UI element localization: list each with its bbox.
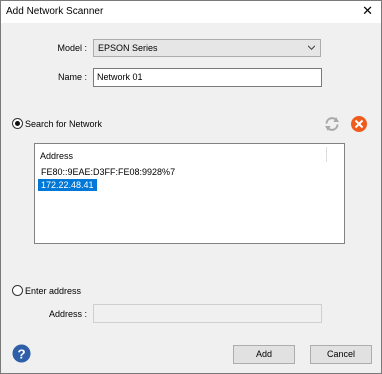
address-column-header: Address <box>40 151 74 161</box>
enter-address-radio[interactable] <box>12 285 23 296</box>
clear-icon[interactable] <box>350 115 368 133</box>
search-network-radio[interactable] <box>12 118 23 129</box>
add-button[interactable]: Add <box>233 345 295 364</box>
close-icon[interactable]: ✕ <box>362 4 373 18</box>
model-select-value: EPSON Series <box>98 43 158 53</box>
address-list[interactable]: Address FE80::9EAE:D3FF:FE08:9928%7 172.… <box>34 143 345 244</box>
title-bar: Add Network Scanner ✕ <box>1 1 381 23</box>
chevron-down-icon <box>308 45 315 50</box>
add-network-scanner-dialog: Add Network Scanner ✕ Model : EPSON Seri… <box>0 0 382 374</box>
help-icon[interactable]: ? <box>12 344 31 363</box>
list-item-selected[interactable]: 172.22.48.41 <box>38 179 97 191</box>
enter-address-label: Enter address <box>25 286 82 296</box>
name-input[interactable]: Network 01 <box>93 68 322 87</box>
svg-text:?: ? <box>17 346 25 361</box>
name-input-value: Network 01 <box>97 72 143 82</box>
model-select[interactable]: EPSON Series <box>93 39 321 57</box>
refresh-icon[interactable] <box>323 115 341 133</box>
model-label: Model : <box>57 43 87 53</box>
column-separator <box>326 147 327 162</box>
list-item[interactable]: FE80::9EAE:D3FF:FE08:9928%7 <box>38 166 178 178</box>
dialog-title: Add Network Scanner <box>6 6 104 17</box>
name-label: Name : <box>57 72 87 82</box>
address-field-label: Address : <box>48 309 87 319</box>
search-network-label: Search for Network <box>25 119 103 129</box>
cancel-button[interactable]: Cancel <box>310 345 372 364</box>
address-input[interactable] <box>93 304 322 323</box>
